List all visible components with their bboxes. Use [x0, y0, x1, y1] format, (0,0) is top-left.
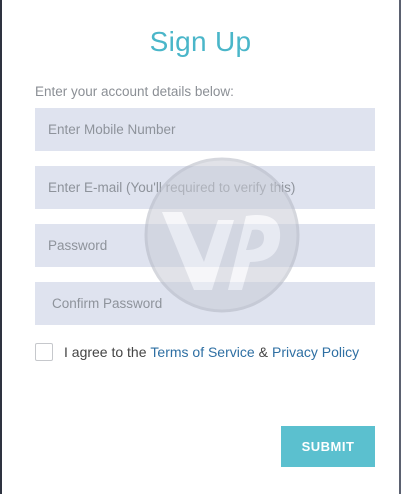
terms-of-service-link[interactable]: Terms of Service: [150, 344, 254, 360]
confirm-password-input[interactable]: [35, 282, 375, 325]
mobile-number-input[interactable]: [35, 108, 375, 151]
privacy-policy-link[interactable]: Privacy Policy: [272, 344, 359, 360]
submit-button[interactable]: SUBMIT: [281, 426, 375, 467]
password-input[interactable]: [35, 224, 375, 267]
email-input[interactable]: [35, 166, 375, 209]
agreement-row: I agree to the Terms of Service & Privacy …: [35, 343, 359, 361]
agree-checkbox[interactable]: [35, 343, 53, 361]
page-title: Sign Up: [149, 26, 252, 57]
agree-prefix-text: I agree to the: [64, 344, 147, 360]
signup-panel: Sign Up Enter your account details below…: [0, 0, 401, 494]
agree-separator: &: [258, 344, 268, 360]
instructions-text: Enter your account details below:: [35, 84, 234, 99]
